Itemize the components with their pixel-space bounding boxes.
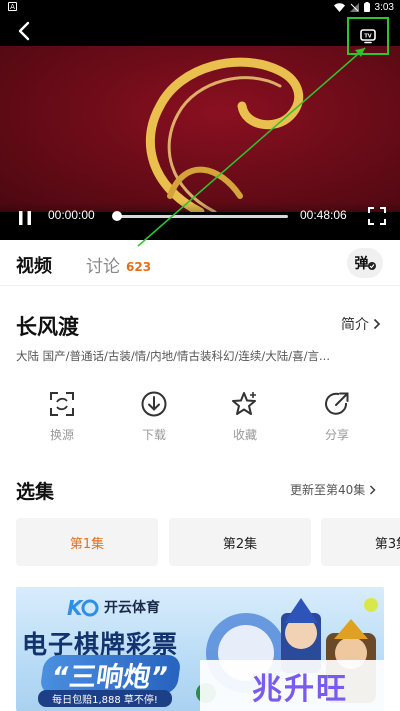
action-label: 收藏 <box>232 428 257 442</box>
battery-icon <box>363 2 370 12</box>
episode-item[interactable]: 第1集 <box>16 518 158 566</box>
total-time: 00:48:06 <box>300 208 347 222</box>
progress-knob[interactable] <box>112 211 122 221</box>
pause-icon[interactable] <box>16 209 34 227</box>
svg-text:TV: TV <box>364 34 371 40</box>
favorite-button[interactable]: 收藏 <box>210 388 280 452</box>
danmaku-check-icon <box>367 262 376 270</box>
episodes-update-link[interactable]: 更新至第40集 <box>290 481 376 498</box>
back-arrow-icon[interactable] <box>14 20 36 42</box>
action-label: 下载 <box>141 428 166 442</box>
download-icon <box>141 391 167 417</box>
ad-slogan: “三响炮” <box>39 655 182 694</box>
content-tabs: 视频 讨论 623 弹 <box>0 240 400 286</box>
wifi-icon <box>333 2 345 12</box>
tab-video[interactable]: 视频 <box>16 252 52 278</box>
cast-to-tv-button[interactable]: TV <box>347 17 389 55</box>
progress-bar[interactable] <box>112 211 288 221</box>
action-label: 分享 <box>324 428 349 442</box>
video-gold-swirl-art <box>145 57 304 217</box>
discussion-count-badge: 623 <box>126 260 152 274</box>
intro-link[interactable]: 简介 <box>341 314 381 334</box>
share-icon <box>325 392 349 415</box>
status-icons: 3:03 <box>333 0 394 14</box>
watermark-text: 兆升旺 <box>252 671 348 707</box>
ad-brand-logo: K <box>67 596 99 620</box>
episodes-update-text: 更新至第40集 <box>290 483 366 497</box>
show-title: 长风渡 <box>16 315 79 339</box>
episode-list: 第1集 第2集 第3集 <box>16 518 400 566</box>
fullscreen-icon[interactable] <box>368 207 386 225</box>
watermark: 兆升旺 <box>200 660 400 711</box>
status-bar: A 3:03 <box>0 0 400 14</box>
video-player[interactable]: TV 00:00:00 00:48:06 <box>0 14 400 240</box>
download-button[interactable]: 下载 <box>119 388 189 452</box>
signal-icon <box>349 2 359 12</box>
episode-item[interactable]: 第3集 <box>321 518 400 566</box>
share-button[interactable]: 分享 <box>302 388 372 452</box>
video-frame[interactable] <box>0 46 400 217</box>
ad-promo-badge: 每日包赔1,888 草不停! <box>38 690 172 707</box>
player-top-bar <box>0 14 400 46</box>
episode-item[interactable]: 第2集 <box>169 518 311 566</box>
danmaku-label: 弹 <box>354 256 369 272</box>
tab-discussion[interactable]: 讨论 <box>86 252 120 277</box>
chevron-right-icon <box>370 484 376 495</box>
chevron-right-icon <box>373 318 381 330</box>
notification-icon: A <box>8 2 17 11</box>
danmaku-toggle-button[interactable]: 弹 <box>347 248 383 278</box>
switch-source-icon <box>50 392 74 416</box>
switch-source-button[interactable]: 换源 <box>27 388 97 452</box>
clock: 3:03 <box>374 1 394 13</box>
episodes-title: 选集 <box>16 481 55 503</box>
action-row: 换源 下载 收藏 分享 <box>0 388 400 452</box>
star-icon <box>232 392 256 415</box>
svg-text:K: K <box>67 596 84 620</box>
ad-brand-name: 开云体育 <box>104 600 160 616</box>
show-tags: 大陆 国产/普通话/古装/情/内地/情古装科幻/连续/大陆/喜/言... <box>16 349 330 363</box>
current-time: 00:00:00 <box>48 208 95 222</box>
intro-label: 简介 <box>341 317 369 333</box>
tv-cast-icon: TV <box>360 29 376 44</box>
action-label: 换源 <box>49 428 74 442</box>
